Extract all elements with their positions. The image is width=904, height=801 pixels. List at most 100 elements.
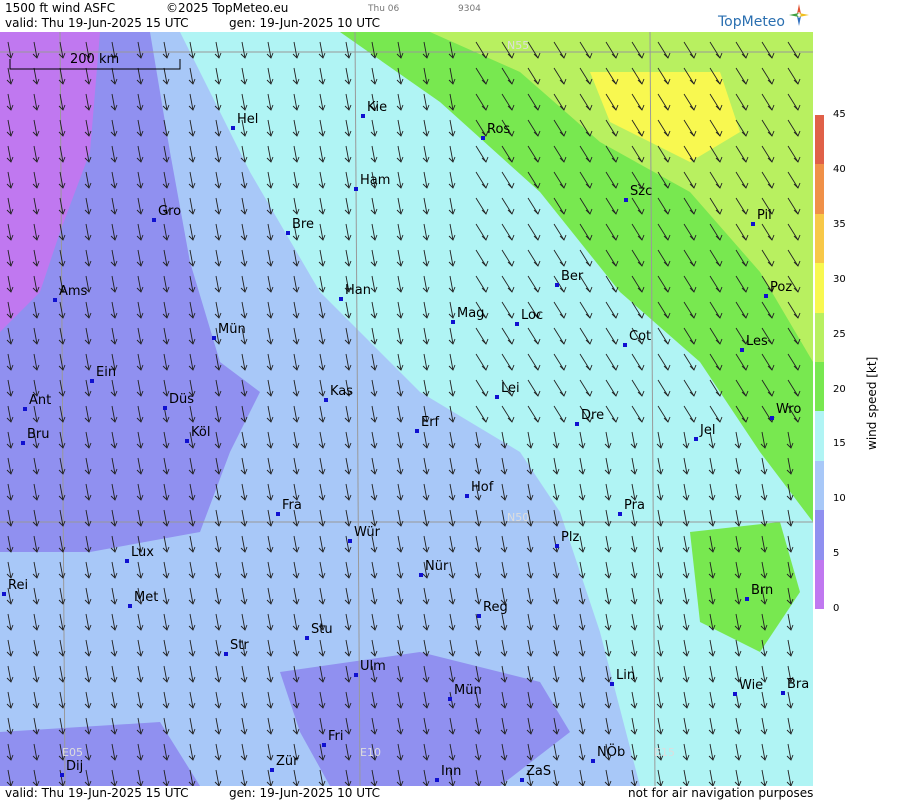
copyright: ©2025 TopMeteo.eu (166, 1, 289, 15)
city-label-inn: Inn (441, 764, 462, 779)
legend-color-segment (815, 312, 824, 363)
city-label-dij: Dij (66, 759, 84, 774)
city-marker-str (224, 652, 228, 656)
city-label-mag: Mag (457, 306, 485, 321)
city-marker-dre (575, 422, 579, 426)
city-label-pra: Pra (624, 498, 645, 513)
legend-title: wind speed [kt] (865, 356, 879, 450)
wind-speed-legend: 45 40 35 30 25 20 15 10 5 0 wind speed [kt] (813, 0, 904, 801)
city-marker-met (128, 604, 132, 608)
city-label-ant: Ant (29, 393, 52, 408)
city-marker-inn (435, 778, 439, 782)
city-label-lei: Lei (501, 381, 520, 396)
wind-field-svg (0, 32, 813, 786)
city-label-loc: Loc (521, 308, 544, 323)
grid-label-e15: E15 (654, 746, 675, 759)
legend-color-segment (815, 263, 824, 314)
compass-logo-icon (789, 4, 809, 26)
city-marker-fri (322, 743, 326, 747)
legend-color-segment (815, 460, 824, 511)
city-marker-ham (354, 187, 358, 191)
product-title: 1500 ft wind ASFC (5, 1, 116, 15)
city-marker-jel (694, 437, 698, 441)
gen-time: gen: 19-Jun-2025 10 UTC (229, 16, 381, 30)
city-label-stu: Stu (311, 622, 333, 637)
legend-color-segment (815, 213, 824, 264)
city-marker-mün2 (448, 697, 452, 701)
city-label-wro: Wro (776, 402, 802, 417)
city-marker-pra (618, 512, 622, 516)
city-label-brn: Brn (751, 583, 774, 598)
city-marker-plz (555, 544, 559, 548)
city-label-bre: Bre (292, 217, 314, 232)
city-marker-ant (23, 407, 27, 411)
city-marker-lin (610, 682, 614, 686)
city-marker-ber (555, 283, 559, 287)
legend-tick-label: 45 (833, 109, 846, 120)
legend-colorbar (815, 115, 824, 610)
city-marker-brn (745, 597, 749, 601)
grid-label-n55: N55 (507, 39, 530, 52)
city-marker-rei (2, 592, 6, 596)
city-label-wie: Wie (739, 678, 764, 693)
city-marker-szc (624, 198, 628, 202)
city-label-mün2: Mün (454, 683, 482, 698)
legend-color-segment (815, 362, 824, 412)
city-label-ulm: Ulm (360, 659, 386, 674)
legend-tick-label: 20 (833, 383, 846, 395)
city-label-bru: Bru (27, 427, 50, 442)
city-marker-lux (125, 559, 129, 563)
city-label-würz: Wür (354, 525, 380, 540)
city-marker-poz (764, 294, 768, 298)
city-marker-ulm (354, 673, 358, 677)
grid-label-e05: E05 (62, 746, 83, 759)
city-label-zür: Zür (276, 754, 299, 769)
legend-tick-label: 15 (833, 438, 846, 450)
city-marker-würz (348, 539, 352, 543)
legend-tick-label: 25 (833, 328, 846, 340)
city-marker-reg (477, 614, 481, 618)
city-label-dre: Dre (581, 408, 605, 423)
city-label-met: Met (134, 590, 159, 605)
city-label-han: Han (345, 283, 371, 298)
city-label-ein: Ein (96, 365, 117, 380)
city-marker-bre (286, 231, 290, 235)
city-marker-ams (53, 298, 57, 302)
topmeteo-logo: TopMeteo (718, 14, 785, 30)
scale-bar-label: 200 km (70, 52, 120, 67)
city-label-jel: Jel (700, 423, 716, 438)
legend-tick-label: 0 (833, 603, 840, 615)
city-marker-ros (481, 136, 485, 140)
city-marker-hof (465, 494, 469, 498)
city-label-köl: Köl (191, 425, 211, 440)
city-marker-kas (324, 398, 328, 402)
city-label-reg: Reg (483, 600, 508, 615)
city-label-nöb: NÖb (597, 745, 626, 760)
city-label-poz: Poz (770, 280, 793, 295)
legend-color-segment (815, 115, 824, 165)
city-label-les: Les (746, 334, 768, 349)
city-marker-lei (495, 395, 499, 399)
city-label-cot: Cot (629, 329, 652, 344)
city-marker-düs (163, 406, 167, 410)
city-label-hof: Hof (471, 480, 494, 495)
city-label-nür: Nür (425, 559, 449, 574)
city-label-hel: Hel (237, 112, 259, 127)
city-label-lux: Lux (131, 545, 154, 560)
city-marker-wro (770, 416, 774, 420)
city-marker-nöb (591, 759, 595, 763)
valid-time: valid: Thu 19-Jun-2025 15 UTC (5, 16, 189, 30)
city-marker-loc (515, 322, 519, 326)
city-marker-erf (415, 429, 419, 433)
legend-tick-label: 35 (833, 218, 846, 230)
city-marker-wie (733, 692, 737, 696)
city-label-str: Str (230, 638, 249, 653)
city-label-ros: Ros (487, 122, 511, 137)
city-label-fri: Fri (328, 729, 344, 744)
city-marker-les (740, 348, 744, 352)
city-label-erf: Erf (421, 415, 440, 430)
legend-tick-label: 40 (833, 163, 846, 175)
legend-tick-label: 30 (833, 273, 846, 285)
city-marker-kie (361, 114, 365, 118)
city-marker-pil (751, 222, 755, 226)
